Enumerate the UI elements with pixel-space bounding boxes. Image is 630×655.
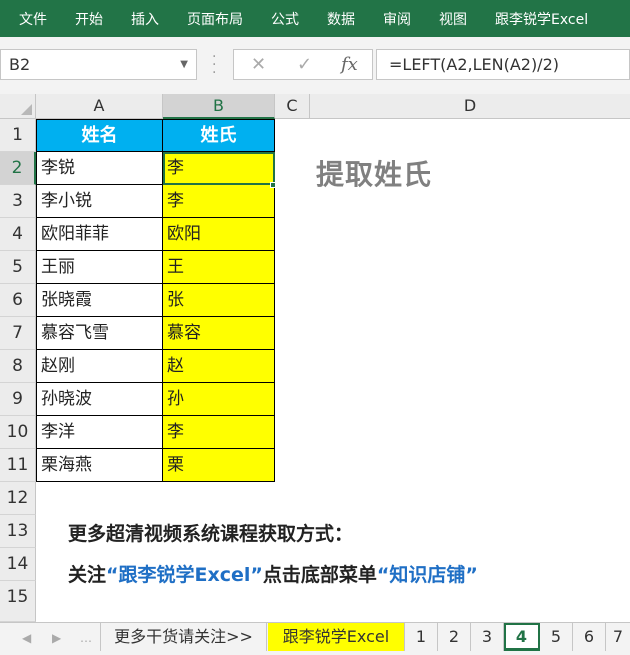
row-header[interactable]: 9 — [0, 383, 36, 416]
fill-handle[interactable] — [270, 182, 276, 188]
row-header[interactable]: 6 — [0, 284, 36, 317]
row-header[interactable]: 7 — [0, 317, 36, 350]
table-header-surname[interactable]: 姓氏 — [163, 119, 275, 152]
tab-data[interactable]: 数据 — [308, 9, 355, 29]
name-cell[interactable]: 欧阳菲菲 — [36, 218, 163, 251]
promo-account: “跟李锐学Excel” — [106, 564, 263, 586]
surname-cell[interactable]: 李 — [163, 416, 275, 449]
sheet-tab[interactable]: 6 — [573, 623, 606, 651]
name-cell[interactable]: 李锐 — [36, 152, 163, 185]
row-header[interactable]: 4 — [0, 218, 36, 251]
column-header-c[interactable]: C — [275, 94, 310, 119]
sheet-tab-active[interactable]: 4 — [504, 623, 540, 651]
scroll-left-icon[interactable]: ◀ — [22, 631, 31, 645]
name-box-value: B2 — [9, 55, 31, 74]
name-box[interactable]: B2 ▼ — [0, 49, 197, 80]
tab-view[interactable]: 视图 — [420, 9, 467, 29]
formula-input[interactable]: =LEFT(A2,LEN(A2)/2) — [376, 49, 630, 80]
name-cell[interactable]: 慕容飞雪 — [36, 317, 163, 350]
surname-cell[interactable]: 栗 — [163, 449, 275, 482]
tab-page-layout[interactable]: 页面布局 — [168, 9, 243, 29]
more-vertical-icon: · · · — [212, 49, 217, 81]
row-header[interactable]: 15 — [0, 581, 36, 622]
sheet-tab[interactable]: 3 — [471, 623, 504, 651]
formula-buttons: ✕ ✓ fx — [233, 49, 373, 80]
row-header[interactable]: 10 — [0, 416, 36, 449]
name-cell[interactable]: 张晓霞 — [36, 284, 163, 317]
cancel-icon[interactable]: ✕ — [251, 54, 266, 75]
row-header[interactable]: 1 — [0, 119, 36, 152]
promo-line-1: 更多超清视频系统课程获取方式： — [68, 523, 354, 545]
more-icon[interactable]: … — [80, 631, 92, 645]
promo-middle: 点击底部菜单 — [262, 564, 377, 586]
tab-review[interactable]: 审阅 — [364, 9, 411, 29]
name-cell[interactable]: 赵刚 — [36, 350, 163, 383]
formula-bar: B2 ▼ · · · ✕ ✓ fx =LEFT(A2,LEN(A2)/2) — [0, 37, 630, 94]
column-header-d[interactable]: D — [310, 94, 630, 119]
promo-menu: “知识店铺” — [376, 564, 478, 586]
name-cell[interactable]: 王丽 — [36, 251, 163, 284]
surname-cell[interactable]: 李 — [163, 185, 275, 218]
sheet-tab[interactable]: 5 — [540, 623, 573, 651]
select-all-corner[interactable] — [0, 94, 36, 119]
name-cell[interactable]: 李洋 — [36, 416, 163, 449]
tab-file[interactable]: 文件 — [0, 9, 47, 29]
tab-home[interactable]: 开始 — [56, 9, 103, 29]
surname-cell[interactable]: 王 — [163, 251, 275, 284]
promo-line-2: 关注“跟李锐学Excel”点击底部菜单“知识店铺” — [68, 560, 478, 587]
name-cell[interactable]: 栗海燕 — [36, 449, 163, 482]
name-cell[interactable]: 李小锐 — [36, 185, 163, 218]
surname-cell-active[interactable]: 李 — [163, 152, 275, 185]
row-header[interactable]: 8 — [0, 350, 36, 383]
chevron-down-icon[interactable]: ▼ — [180, 59, 188, 70]
row-header[interactable]: 2 — [0, 152, 36, 185]
insert-function-icon[interactable]: fx — [341, 54, 358, 75]
column-header-b[interactable]: B — [163, 94, 275, 119]
surname-cell[interactable]: 赵 — [163, 350, 275, 383]
sheet-tab[interactable]: 更多干货请关注>> — [100, 623, 267, 651]
row-header[interactable]: 5 — [0, 251, 36, 284]
tab-formulas[interactable]: 公式 — [252, 9, 299, 29]
sheet-tab[interactable]: 2 — [438, 623, 471, 651]
check-icon[interactable]: ✓ — [297, 54, 312, 75]
sheet-tab-bar: ◀ ▶ … 更多干货请关注>> 跟李锐学Excel 1 2 3 4 5 6 7 — [0, 622, 630, 655]
row-header[interactable]: 12 — [0, 482, 36, 515]
ribbon-tabs: 文件 开始 插入 页面布局 公式 数据 审阅 视图 跟李锐学Excel — [0, 0, 630, 37]
sheet-tab[interactable]: 1 — [405, 623, 438, 651]
row-header[interactable]: 3 — [0, 185, 36, 218]
surname-cell[interactable]: 孙 — [163, 383, 275, 416]
sheet-tab[interactable]: 7 — [606, 623, 630, 651]
name-cell[interactable]: 孙晓波 — [36, 383, 163, 416]
row-header[interactable]: 14 — [0, 548, 36, 581]
surname-cell[interactable]: 欧阳 — [163, 218, 275, 251]
row-header[interactable]: 13 — [0, 515, 36, 548]
table-header-name[interactable]: 姓名 — [36, 119, 163, 152]
row-header[interactable]: 11 — [0, 449, 36, 482]
scroll-right-icon[interactable]: ▶ — [52, 631, 61, 645]
sheet-tab[interactable]: 跟李锐学Excel — [268, 623, 405, 651]
tab-insert[interactable]: 插入 — [112, 9, 159, 29]
tab-custom[interactable]: 跟李锐学Excel — [476, 9, 588, 29]
surname-cell[interactable]: 慕容 — [163, 317, 275, 350]
column-header-a[interactable]: A — [36, 94, 163, 119]
surname-cell[interactable]: 张 — [163, 284, 275, 317]
promo-prefix: 关注 — [68, 564, 107, 586]
sheet-title: 提取姓氏 — [316, 158, 433, 191]
